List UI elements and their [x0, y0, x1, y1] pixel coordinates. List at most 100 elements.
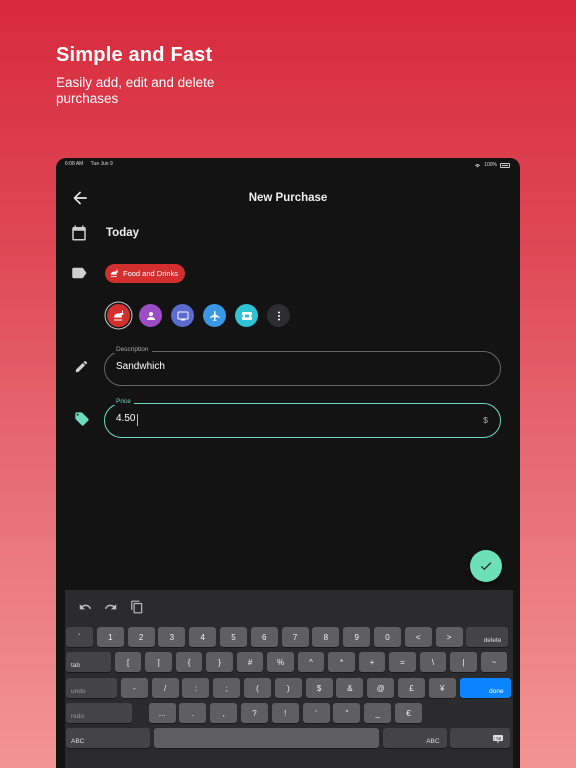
key[interactable]: , [210, 703, 238, 723]
undo-icon[interactable] [78, 600, 92, 614]
airplane-icon [209, 310, 219, 321]
key[interactable]: > [435, 627, 463, 647]
key[interactable]: ... [148, 703, 176, 723]
food-icon [110, 269, 118, 277]
category-more[interactable] [267, 304, 290, 327]
key[interactable]: ! [271, 703, 299, 723]
keyboard-toolbar [78, 600, 144, 614]
save-button[interactable] [470, 550, 502, 582]
category-food[interactable] [107, 304, 130, 327]
key[interactable]: < [404, 627, 432, 647]
date-selector[interactable]: Today [106, 227, 139, 239]
onscreen-keyboard: ` 1 2 3 4 5 6 7 8 9 0 < > delete tab [ ]… [65, 590, 513, 768]
key[interactable]: " [333, 703, 361, 723]
currency-suffix: $ [483, 415, 488, 425]
key[interactable]: ; [213, 678, 241, 698]
key[interactable]: + [358, 652, 386, 672]
key[interactable]: % [267, 652, 294, 672]
key[interactable]: * [328, 652, 355, 672]
person-icon [146, 311, 155, 320]
key[interactable]: } [206, 652, 233, 672]
key[interactable]: ~ [480, 652, 508, 672]
promo-subtitle: Easily add, edit and delete purchases [56, 75, 215, 106]
key[interactable]: 0 [373, 627, 401, 647]
key[interactable]: = [389, 652, 416, 672]
price-label: Price [113, 398, 134, 405]
promo-title: Simple and Fast [56, 44, 213, 66]
food-icon [113, 310, 123, 320]
done-key[interactable]: done [459, 678, 511, 698]
redo-key[interactable]: redo [66, 703, 132, 723]
key[interactable]: 3 [158, 627, 186, 647]
key[interactable]: 5 [219, 627, 247, 647]
key[interactable]: 7 [281, 627, 309, 647]
key[interactable]: 9 [343, 627, 371, 647]
label-tag-icon [72, 267, 87, 279]
key[interactable]: ( [243, 678, 271, 698]
key[interactable]: ' [302, 703, 330, 723]
key-gap [136, 703, 145, 723]
category-options [107, 304, 290, 327]
key[interactable]: 6 [250, 627, 278, 647]
key[interactable]: € [394, 703, 422, 723]
check-icon [480, 562, 492, 571]
key[interactable]: . [179, 703, 207, 723]
key[interactable]: $ [305, 678, 333, 698]
chip-label: Food and Drinks [123, 269, 179, 278]
undo-key[interactable]: undo [66, 678, 117, 698]
category-travel[interactable] [203, 304, 226, 327]
key[interactable]: £ [397, 678, 425, 698]
key[interactable]: # [236, 652, 264, 672]
key[interactable]: / [151, 678, 179, 698]
category-person[interactable] [139, 304, 162, 327]
keyboard-dismiss-key[interactable] [450, 728, 511, 748]
key[interactable]: 1 [96, 627, 124, 647]
paste-icon[interactable] [130, 600, 144, 614]
key[interactable]: _ [364, 703, 392, 723]
key[interactable]: ) [274, 678, 302, 698]
status-bar: 6:08 AM Tue Jun 9 100% [65, 161, 510, 169]
page-title: New Purchase [248, 192, 328, 204]
delete-key[interactable]: delete [466, 627, 509, 647]
price-tag-icon [75, 412, 89, 426]
battery-icon [500, 162, 510, 168]
key[interactable]: 2 [127, 627, 155, 647]
more-vert-icon [277, 311, 280, 320]
key[interactable]: 4 [189, 627, 217, 647]
category-tv[interactable] [171, 304, 194, 327]
category-tickets[interactable] [235, 304, 258, 327]
ticket-icon [241, 311, 252, 320]
selected-category-chip[interactable]: Food and Drinks [105, 264, 186, 283]
tab-key[interactable]: tab [66, 652, 111, 672]
key[interactable]: \ [419, 652, 447, 672]
key[interactable]: & [336, 678, 364, 698]
key[interactable]: - [120, 678, 148, 698]
calendar-icon [72, 225, 86, 241]
abc-key-right[interactable]: ABC [382, 728, 447, 748]
price-field[interactable]: Price $ [104, 398, 501, 438]
key[interactable]: ] [145, 652, 172, 672]
description-label: Description [113, 346, 152, 353]
key[interactable]: ` [66, 627, 93, 647]
status-time: 6:08 AM [65, 161, 84, 167]
key[interactable]: [ [114, 652, 142, 672]
key[interactable]: { [175, 652, 203, 672]
key[interactable]: ¥ [428, 678, 456, 698]
description-field[interactable]: Description [104, 346, 501, 386]
battery-percent: 100% [484, 162, 497, 168]
price-input[interactable] [116, 413, 456, 424]
key[interactable]: 8 [312, 627, 340, 647]
space-key[interactable] [153, 728, 379, 748]
abc-key-left[interactable]: ABC [66, 728, 150, 748]
tv-icon [177, 311, 188, 320]
key[interactable]: | [450, 652, 477, 672]
redo-icon[interactable] [104, 600, 118, 614]
key[interactable]: : [182, 678, 210, 698]
pencil-icon [75, 360, 88, 373]
key[interactable]: ^ [297, 652, 325, 672]
wifi-icon [475, 163, 481, 167]
key[interactable]: ? [240, 703, 268, 723]
status-date: Tue Jun 9 [90, 161, 113, 167]
key[interactable]: @ [367, 678, 395, 698]
description-input[interactable] [116, 361, 456, 372]
